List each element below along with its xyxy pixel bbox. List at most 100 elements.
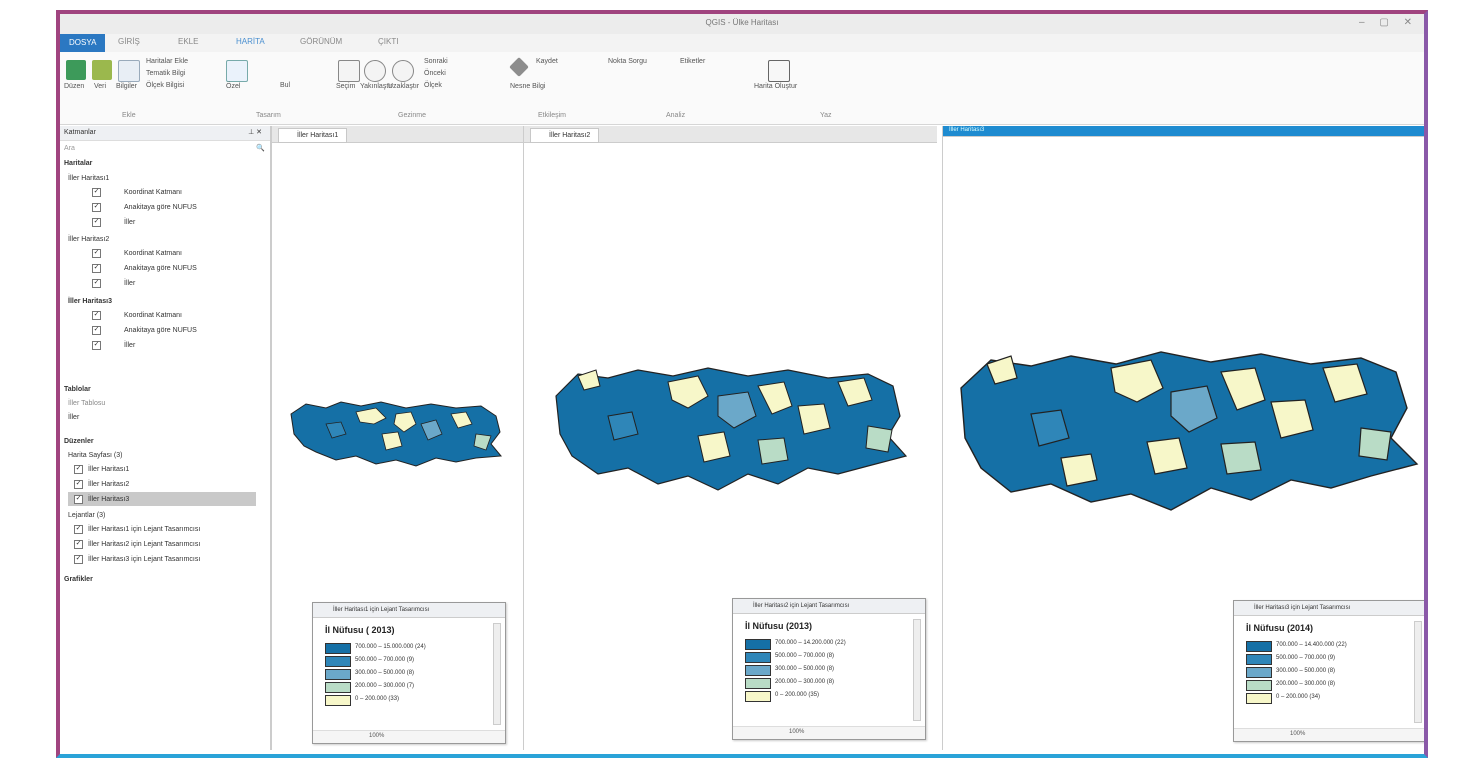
map1-layer-provinces[interactable]: İller — [124, 219, 135, 226]
layout-checkbox[interactable]: ✓ — [74, 495, 83, 504]
ribbon-item-add-maps[interactable]: Haritalar Ekle — [146, 58, 188, 65]
menu-map[interactable]: HARİTA — [236, 37, 265, 46]
pan-hand-icon[interactable] — [338, 60, 360, 82]
layout-group[interactable]: Harita Sayfası (3) — [68, 452, 122, 459]
legend-3-scrollbar[interactable] — [1414, 621, 1422, 723]
app-icon[interactable] — [66, 60, 86, 80]
ribbon-item-layout[interactable]: Düzen — [64, 83, 84, 90]
layer-checkbox[interactable]: ✓ — [92, 341, 101, 350]
ribbon-item-info[interactable]: Bilgiler — [116, 83, 137, 90]
legend-checkbox[interactable]: ✓ — [74, 525, 83, 534]
map2-layer-coordinate[interactable]: Koordinat Katmanı — [124, 250, 182, 257]
ribbon-item-previous[interactable]: Önceki — [424, 70, 446, 77]
layer-checkbox[interactable]: ✓ — [92, 218, 101, 227]
menu-file[interactable]: DOSYA — [60, 34, 106, 52]
tables-item[interactable]: İller — [68, 414, 79, 421]
map2-node[interactable]: İller Haritası2 — [68, 236, 109, 243]
legend-2-zoom[interactable]: 100% — [789, 729, 804, 735]
layout-checkbox[interactable]: ✓ — [74, 465, 83, 474]
map2-layer-provinces[interactable]: İller — [124, 280, 135, 287]
section-layouts[interactable]: Düzenler — [64, 438, 94, 445]
legend-window-1[interactable]: İller Haritası1 için Lejant Tasarımcısı … — [312, 602, 506, 744]
ribbon-item-save[interactable]: Kaydet — [536, 58, 558, 65]
map3-layer-coordinate[interactable]: Koordinat Katmanı — [124, 312, 182, 319]
layer-checkbox[interactable]: ✓ — [92, 311, 101, 320]
legend-checkbox[interactable]: ✓ — [74, 555, 83, 564]
search-icon[interactable]: 🔍 — [256, 144, 265, 152]
turkey-map-1[interactable] — [286, 394, 506, 474]
map1-layer-population[interactable]: Anakitaya göre NUFUS — [124, 204, 197, 211]
layer-checkbox[interactable]: ✓ — [92, 279, 101, 288]
ribbon-item-select[interactable]: Seçim — [336, 83, 355, 90]
layer-checkbox[interactable]: ✓ — [92, 326, 101, 335]
map3-node[interactable]: İller Haritası3 — [68, 298, 112, 305]
legend-window-2[interactable]: İller Haritası2 için Lejant Tasarımcısı … — [732, 598, 926, 740]
tab-map-2[interactable]: İller Haritası2 — [530, 128, 600, 143]
legend-3-zoom[interactable]: 100% — [1290, 731, 1305, 737]
ribbon-item-create-map[interactable]: Harita Oluştur — [754, 83, 797, 90]
zoom-tool-icon[interactable] — [226, 60, 248, 82]
section-maps[interactable]: Haritalar — [64, 160, 92, 167]
legend-item-3[interactable]: İller Haritası3 için Lejant Tasarımcısı — [88, 556, 200, 563]
legend-checkbox[interactable]: ✓ — [74, 540, 83, 549]
layer-checkbox[interactable]: ✓ — [92, 188, 101, 197]
ribbon-item-custom[interactable]: Özel — [226, 83, 240, 90]
layout-item-2[interactable]: İller Haritası2 — [88, 481, 129, 488]
turkey-map-2[interactable] — [548, 356, 918, 516]
ribbon-item-point-query[interactable]: Nokta Sorgu — [608, 58, 647, 65]
map1-node[interactable]: İller Haritası1 — [68, 175, 109, 182]
tab-map-3[interactable]: İller Haritası3 — [949, 127, 984, 133]
map-window-3[interactable]: İller Haritası3 İller Haritası3 için Lej… — [942, 126, 1424, 750]
legend-item-1[interactable]: İller Haritası1 için Lejant Tasarımcısı — [88, 526, 200, 533]
turkey-map-3[interactable] — [951, 338, 1421, 548]
layer-checkbox[interactable]: ✓ — [92, 249, 101, 258]
pin-icon[interactable] — [509, 57, 529, 77]
layer-checkbox[interactable]: ✓ — [92, 203, 101, 212]
ribbon-item-scale-info[interactable]: Ölçek Bilgisi — [146, 82, 184, 89]
zoom-in-icon[interactable] — [364, 60, 386, 82]
ribbon-item-zoom-out[interactable]: Uzaklaştır — [388, 83, 419, 90]
zoom-out-icon[interactable] — [392, 60, 414, 82]
legend-1-scrollbar[interactable] — [493, 623, 501, 725]
legend-window-3[interactable]: İller Haritası3 için Lejant Tasarımcısı … — [1233, 600, 1424, 742]
ribbon-item-labels[interactable]: Etiketler — [680, 58, 705, 65]
window-controls[interactable]: – ▢ ✕ — [1359, 17, 1418, 28]
map3-layer-population[interactable]: Anakitaya göre NUFUS — [124, 327, 197, 334]
ribbon-item-find[interactable]: Bul — [280, 82, 290, 89]
ribbon-item-next[interactable]: Sonraki — [424, 58, 448, 65]
map-window-3-tabstrip[interactable]: İller Haritası3 — [943, 126, 1424, 137]
layer-checkbox[interactable]: ✓ — [92, 264, 101, 273]
save-map-icon[interactable] — [768, 60, 790, 82]
section-tables[interactable]: Tablolar — [64, 386, 91, 393]
ribbon-item-scale[interactable]: Ölçek — [424, 82, 442, 89]
legend-2-header[interactable]: İller Haritası2 için Lejant Tasarımcısı — [733, 599, 925, 614]
tab-map-1[interactable]: İller Haritası1 — [278, 128, 348, 143]
layout-item-3[interactable]: İller Haritası3 — [88, 496, 129, 503]
ribbon-item-thematic[interactable]: Tematik Bilgi — [146, 70, 185, 77]
data-icon[interactable] — [92, 60, 112, 80]
legend-1-zoom[interactable]: 100% — [369, 733, 384, 739]
legend-3-header[interactable]: İller Haritası3 için Lejant Tasarımcısı — [1234, 601, 1424, 616]
menu-home[interactable]: GİRİŞ — [118, 37, 140, 46]
ribbon-item-object-info[interactable]: Nesne Bilgi — [510, 83, 545, 90]
map3-layer-provinces[interactable]: İller — [124, 342, 135, 349]
section-charts[interactable]: Grafikler — [64, 576, 93, 583]
menu-insert[interactable]: EKLE — [178, 37, 198, 46]
info-icon[interactable] — [118, 60, 140, 82]
map-window-1[interactable]: İller Haritası1 İller Haritası1 için Lej… — [271, 126, 524, 750]
menu-view[interactable]: GÖRÜNÜM — [300, 37, 342, 46]
ribbon-item-data[interactable]: Veri — [94, 83, 106, 90]
legend-group[interactable]: Lejantlar (3) — [68, 512, 105, 519]
pushpin-icon[interactable]: ⊥ ✕ — [248, 128, 262, 136]
layout-item-1[interactable]: İller Haritası1 — [88, 466, 129, 473]
menu-output[interactable]: ÇIKTI — [378, 37, 398, 46]
map1-layer-coordinate[interactable]: Koordinat Katmanı — [124, 189, 182, 196]
tables-filter[interactable]: İller Tablosu — [68, 400, 105, 407]
legend-1-header[interactable]: İller Haritası1 için Lejant Tasarımcısı — [313, 603, 505, 618]
legend-item-2[interactable]: İller Haritası2 için Lejant Tasarımcısı — [88, 541, 200, 548]
map2-layer-population[interactable]: Anakitaya göre NUFUS — [124, 265, 197, 272]
layout-checkbox[interactable]: ✓ — [74, 480, 83, 489]
map-window-2[interactable]: İller Haritası2 İller Haritası2 için Lej… — [523, 126, 937, 750]
legend-2-scrollbar[interactable] — [913, 619, 921, 721]
layers-search-input[interactable]: Ara — [64, 145, 75, 152]
